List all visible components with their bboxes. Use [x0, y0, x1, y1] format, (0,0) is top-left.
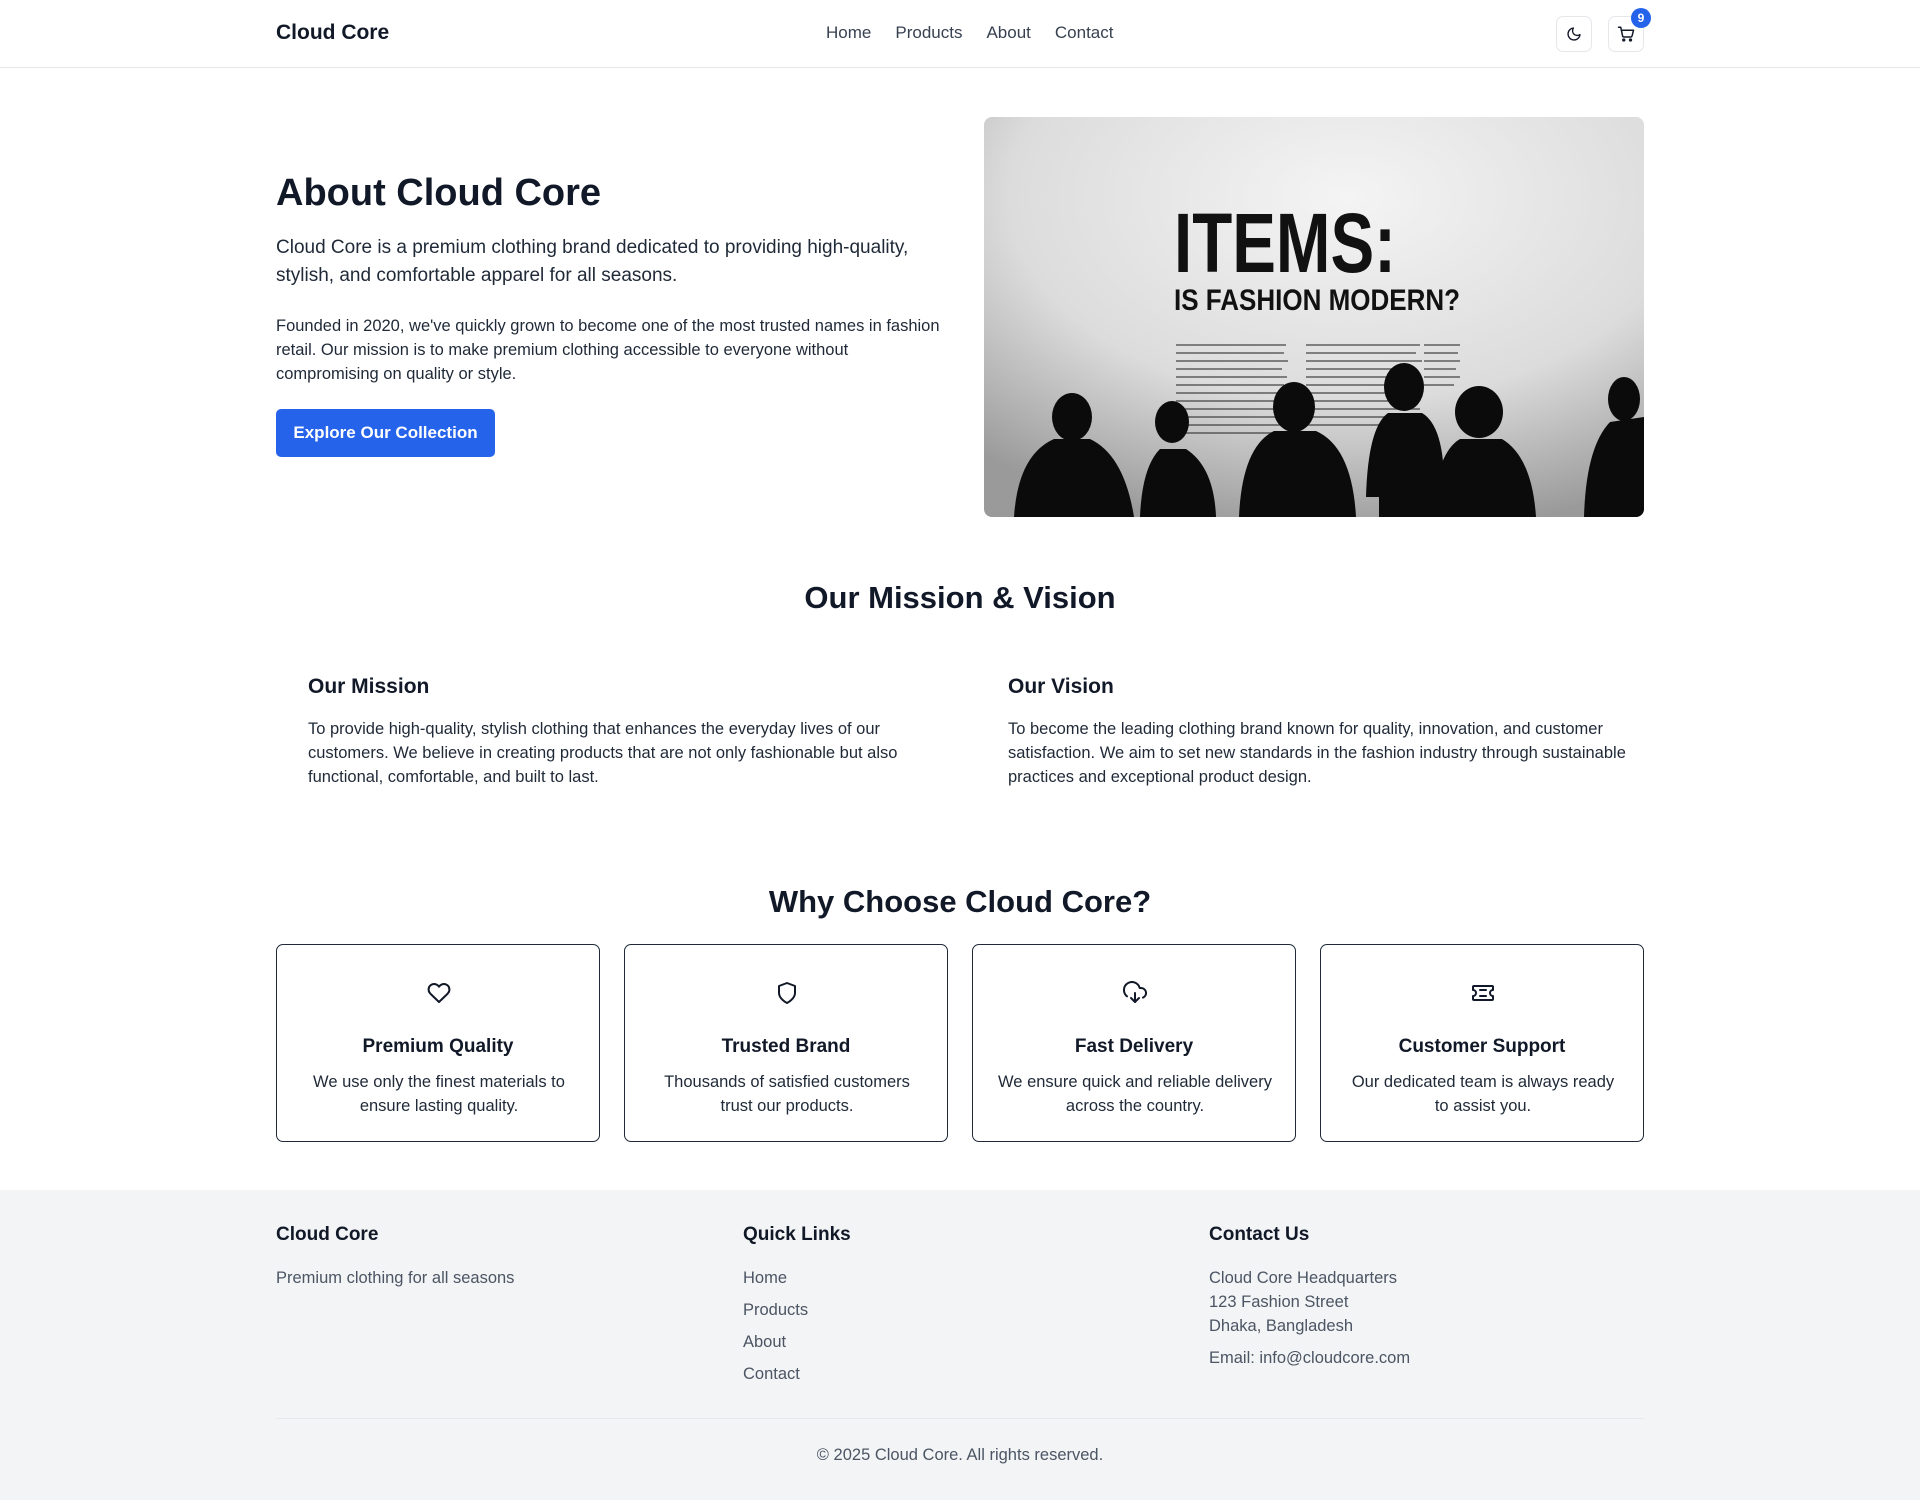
cart-button[interactable]: 9: [1608, 8, 1651, 52]
image-subheadline: IS FASHION MODERN?: [1174, 284, 1460, 317]
heart-icon: [427, 983, 451, 1003]
moon-icon: [1567, 27, 1581, 41]
feature-title: Premium Quality: [362, 1036, 514, 1057]
address-line-3: Dhaka, Bangladesh: [1209, 1317, 1354, 1335]
mission-text: To provide high-quality, stylish clothin…: [308, 720, 898, 786]
nav-products[interactable]: Products: [895, 23, 962, 43]
mission-heading: Our Mission: [308, 675, 430, 698]
contact-heading: Contact Us: [1209, 1224, 1310, 1245]
cloud-download-icon: [1123, 981, 1147, 1003]
feature-title: Fast Delivery: [1074, 1036, 1194, 1057]
feature-card-customer-support: Customer Support Our dedicated team is a…: [1320, 944, 1644, 1142]
hero-body-text: Founded in 2020, we've quickly grown to …: [276, 317, 940, 383]
feature-title: Trusted Brand: [721, 1036, 851, 1057]
page-title: About Cloud Core: [276, 172, 602, 214]
contact-email[interactable]: Email: info@cloudcore.com: [1209, 1346, 1410, 1370]
shield-icon: [778, 982, 796, 1004]
quick-links-heading: Quick Links: [743, 1224, 851, 1245]
hero-lead-text: Cloud Core is a premium clothing brand d…: [276, 237, 909, 286]
mission-section-title: Our Mission & Vision: [804, 580, 1116, 615]
copyright-text: © 2025 Cloud Core. All rights reserved.: [816, 1446, 1104, 1464]
feature-text: Thousands of satisfied customers trust o…: [664, 1073, 910, 1115]
footer-link-home[interactable]: Home: [743, 1269, 787, 1288]
feature-card-fast-delivery: Fast Delivery We ensure quick and reliab…: [972, 944, 1296, 1142]
cart-count-badge: 9: [1631, 8, 1651, 28]
address-line-2: 123 Fashion Street: [1209, 1293, 1349, 1311]
address-line-1: Cloud Core Headquarters: [1209, 1269, 1398, 1287]
cart-icon: [1617, 26, 1635, 42]
explore-collection-button[interactable]: Explore Our Collection: [276, 409, 495, 457]
feature-card-premium-quality: Premium Quality We use only the finest m…: [276, 944, 600, 1142]
exhibition-photo: ITEMS: IS FASHION MODERN?: [984, 117, 1644, 517]
vision-heading: Our Vision: [1008, 675, 1114, 698]
footer-brand: Cloud Core: [276, 1224, 379, 1245]
image-headline: ITEMS:: [1174, 196, 1396, 290]
footer-link-contact[interactable]: Contact: [743, 1365, 800, 1384]
footer-link-about[interactable]: About: [743, 1333, 786, 1352]
footer-divider: [276, 1418, 1644, 1419]
feature-card-trusted-brand: Trusted Brand Thousands of satisfied cus…: [624, 944, 948, 1142]
nav-about[interactable]: About: [986, 23, 1030, 43]
vision-text: To become the leading clothing brand kno…: [1008, 720, 1626, 786]
site-header: Cloud Core Home Products About Contact 9: [0, 0, 1920, 68]
site-footer: Cloud Core Premium clothing for all seas…: [0, 1190, 1920, 1500]
feature-text: We use only the finest materials to ensu…: [313, 1073, 565, 1115]
hero-image: ITEMS: IS FASHION MODERN?: [984, 117, 1644, 517]
nav-contact[interactable]: Contact: [1055, 23, 1114, 43]
main-nav: Home Products About Contact: [826, 23, 1113, 43]
brand-logo[interactable]: Cloud Core: [276, 21, 389, 45]
nav-home[interactable]: Home: [826, 23, 871, 43]
footer-link-products[interactable]: Products: [743, 1301, 808, 1320]
features-section-title: Why Choose Cloud Core?: [768, 884, 1152, 919]
feature-title: Customer Support: [1398, 1036, 1566, 1057]
feature-text: Our dedicated team is always ready to as…: [1351, 1073, 1615, 1115]
footer-tagline: Premium clothing for all seasons: [276, 1269, 515, 1287]
feature-text: We ensure quick and reliable delivery ac…: [998, 1073, 1272, 1115]
theme-toggle-button[interactable]: [1556, 16, 1592, 52]
ticket-icon: [1472, 985, 1494, 1001]
